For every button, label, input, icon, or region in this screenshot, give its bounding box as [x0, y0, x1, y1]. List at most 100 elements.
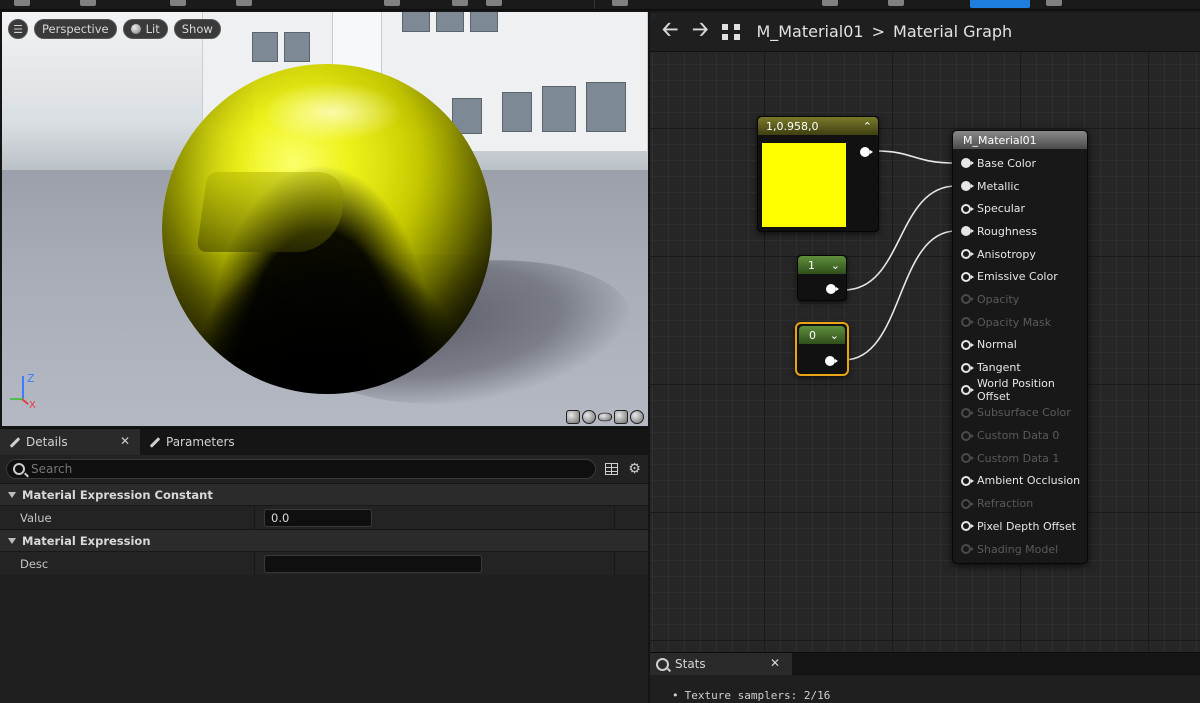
material-pin-refraction[interactable]: Refraction [953, 492, 1087, 515]
settings-button[interactable]: ⚙ [627, 461, 642, 477]
input-pin-icon[interactable] [961, 158, 974, 169]
input-pin-icon[interactable] [961, 226, 974, 237]
input-pin-icon[interactable] [961, 294, 974, 305]
back-arrow-icon[interactable]: 🡠 [662, 15, 678, 49]
breadcrumb-leaf[interactable]: Material Graph [893, 22, 1012, 41]
toolbar-accent-button[interactable] [970, 0, 1030, 8]
material-pin-anisotropy[interactable]: Anisotropy [953, 243, 1087, 266]
input-pin-icon[interactable] [961, 249, 974, 260]
material-graph-canvas[interactable]: 🡠 🡢 M_Material01 > Material Graph 1,0.95… [650, 12, 1200, 652]
cylinder-icon[interactable] [566, 410, 580, 424]
material-pin-subsurface-color[interactable]: Subsurface Color [953, 402, 1087, 425]
input-pin-icon[interactable] [961, 498, 974, 509]
tab-details-label: Details [26, 435, 68, 449]
platform-stats-icon[interactable] [888, 0, 904, 6]
bullet-icon: • [672, 689, 679, 702]
material-pin-normal[interactable]: Normal [953, 334, 1087, 357]
plane-icon[interactable] [598, 412, 612, 422]
material-pin-custom-data-0[interactable]: Custom Data 0 [953, 424, 1087, 447]
material-pin-pixel-depth-offset[interactable]: Pixel Depth Offset [953, 515, 1087, 538]
input-pin-icon[interactable] [961, 339, 974, 350]
viewport-options-bar: ☰ Perspective Lit Show [8, 19, 221, 39]
input-pin-icon[interactable] [961, 453, 974, 464]
chevron-down-icon[interactable]: ⌄ [830, 329, 839, 342]
close-icon[interactable]: ✕ [770, 656, 780, 670]
node-title: 1,0.958,0 [766, 119, 819, 133]
perspective-label: Perspective [42, 22, 109, 36]
material-result-node[interactable]: M_Material01 Base Color Metallic Specular R… [952, 130, 1088, 564]
output-pin[interactable] [860, 147, 873, 157]
section-material-expression-constant[interactable]: Material Expression Constant [0, 483, 648, 505]
constant3vector-node[interactable]: 1,0.958,0 ⌃ [757, 116, 879, 232]
input-pin-icon[interactable] [961, 544, 974, 555]
stats-toolbar-icon[interactable] [822, 0, 838, 6]
input-pin-icon[interactable] [961, 475, 974, 486]
input-pin-icon[interactable] [961, 385, 974, 396]
chevron-up-icon[interactable]: ⌃ [863, 120, 872, 133]
material-pin-base-color[interactable]: Base Color [953, 152, 1087, 175]
section-material-expression[interactable]: Material Expression [0, 529, 648, 551]
browse-icon[interactable] [80, 0, 96, 6]
pin-label: Base Color [977, 156, 1037, 170]
show-button[interactable]: Show [173, 19, 221, 39]
teapot-icon[interactable] [630, 410, 644, 424]
material-pin-ambient-occlusion[interactable]: Ambient Occlusion [953, 470, 1087, 493]
chevron-down-icon[interactable]: ⌄ [831, 259, 840, 272]
input-pin-icon[interactable] [961, 317, 974, 328]
graph-header: 🡠 🡢 M_Material01 > Material Graph [650, 12, 1200, 52]
input-pin-icon[interactable] [961, 203, 974, 214]
sphere-icon[interactable] [582, 410, 596, 424]
input-pin-icon[interactable] [961, 271, 974, 282]
search-toolbar-icon[interactable] [236, 0, 252, 6]
tab-stats[interactable]: Stats ✕ [650, 653, 792, 675]
breadcrumb-root[interactable]: M_Material01 [756, 22, 863, 41]
lit-button[interactable]: Lit [122, 19, 168, 39]
perspective-button[interactable]: Perspective [34, 19, 117, 39]
viewport-menu-button[interactable]: ☰ [8, 19, 28, 39]
toolbar-more-icon[interactable] [1046, 0, 1062, 6]
input-pin-icon[interactable] [961, 430, 974, 441]
material-pin-shading-model[interactable]: Shading Model [953, 538, 1087, 561]
material-pin-metallic[interactable]: Metallic [953, 175, 1087, 198]
home-icon[interactable] [384, 0, 400, 6]
material-pin-opacity[interactable]: Opacity [953, 288, 1087, 311]
pin-label: Anisotropy [977, 247, 1036, 261]
output-pin[interactable] [826, 284, 839, 294]
desc-input[interactable] [264, 554, 482, 573]
constant-node-1[interactable]: 1 ⌄ [797, 255, 847, 301]
value-input[interactable] [264, 508, 372, 527]
sphere-reflection [196, 172, 348, 252]
pin-label: Opacity Mask [977, 315, 1052, 329]
property-matrix-button[interactable] [604, 461, 619, 477]
input-pin-icon[interactable] [961, 521, 974, 532]
forward-arrow-icon[interactable]: 🡢 [692, 15, 708, 49]
breadcrumb: M_Material01 > Material Graph [756, 22, 1012, 41]
tab-parameters[interactable]: Parameters [140, 429, 243, 455]
live-update-icon[interactable] [486, 0, 502, 6]
pin-label: World Position Offset [977, 377, 1055, 404]
material-pin-specular[interactable]: Specular [953, 197, 1087, 220]
save-icon[interactable] [14, 0, 30, 6]
close-icon[interactable]: ✕ [120, 434, 130, 448]
pin-label: Specular [977, 202, 1026, 216]
hierarchy-icon[interactable] [452, 0, 468, 6]
input-pin-icon[interactable] [961, 407, 974, 418]
material-preview-viewport[interactable]: ☰ Perspective Lit Show Z X [2, 12, 648, 426]
material-pin-world-position-offset[interactable]: World Position Offset [953, 377, 1087, 404]
cube-icon[interactable] [614, 410, 628, 424]
material-pin-tangent[interactable]: Tangent [953, 356, 1087, 379]
material-pin-custom-data-1[interactable]: Custom Data 1 [953, 447, 1087, 470]
input-pin-icon[interactable] [961, 181, 974, 192]
output-pin[interactable] [825, 356, 838, 366]
details-search-input[interactable] [31, 462, 571, 476]
input-pin-icon[interactable] [961, 362, 974, 373]
material-pin-roughness[interactable]: Roughness [953, 220, 1087, 243]
apply-icon[interactable] [170, 0, 186, 6]
material-pin-emissive-color[interactable]: Emissive Color [953, 265, 1087, 288]
clean-up-icon[interactable] [612, 0, 628, 6]
material-pin-opacity-mask[interactable]: Opacity Mask [953, 311, 1087, 334]
constant-node-0[interactable]: 0 ⌄ [795, 322, 849, 376]
tab-details[interactable]: Details ✕ [0, 429, 140, 455]
color-swatch[interactable] [762, 143, 846, 227]
details-search-box[interactable] [6, 459, 596, 479]
